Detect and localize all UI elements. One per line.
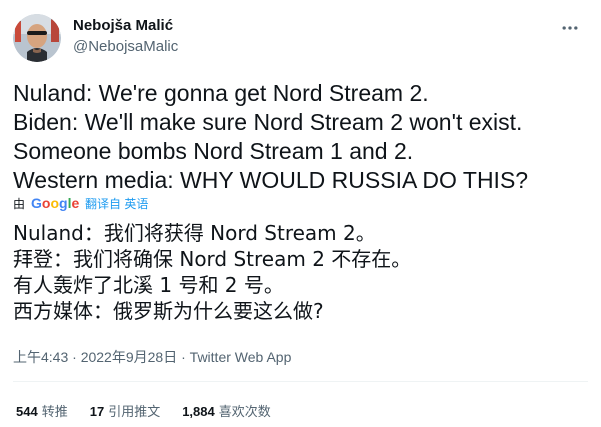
meta-separator: ·: [177, 349, 190, 365]
translated-line: Nuland：我们将获得 Nord Stream 2。: [13, 221, 376, 245]
retweets-stat[interactable]: 544 转推: [16, 401, 68, 420]
translated-line: 西方媒体：俄罗斯为什么要这么做?: [13, 299, 324, 323]
translated-line: 拜登：我们将确保 Nord Stream 2 不存在。: [13, 247, 412, 271]
svg-text:Google: Google: [31, 195, 79, 211]
engagement-stats: 544 转推 17 引用推文 1,884 喜欢次数: [16, 400, 293, 420]
likes-count: 1,884: [182, 403, 215, 419]
profile-avatar[interactable]: [13, 14, 61, 62]
tweet-line: Western media: WHY WOULD RUSSIA DO THIS?: [13, 167, 529, 193]
tweet-line: Biden: We'll make sure Nord Stream 2 won…: [13, 109, 523, 135]
author-name[interactable]: Nebojša Malić: [73, 17, 173, 34]
more-options-icon[interactable]: [558, 16, 582, 40]
tweet-date[interactable]: 2022年9月28日: [81, 349, 178, 365]
google-logo: Google: [31, 195, 81, 211]
tweet-line: Nuland: We're gonna get Nord Stream 2.: [13, 80, 429, 106]
translated-line: 有人轰炸了北溪 1 号和 2 号。: [13, 273, 284, 297]
likes-stat[interactable]: 1,884 喜欢次数: [182, 401, 271, 420]
author-handle[interactable]: @NebojsaMalic: [73, 38, 178, 55]
tweet-time[interactable]: 上午4:43: [13, 349, 68, 365]
likes-label: 喜欢次数: [218, 403, 271, 419]
meta-separator: ·: [68, 349, 81, 365]
quote-tweets-stat[interactable]: 17 引用推文: [90, 401, 160, 420]
tweet-source[interactable]: Twitter Web App: [190, 349, 292, 365]
tweet-line: Someone bombs Nord Stream 1 and 2.: [13, 138, 414, 164]
tweet-text: Nuland: We're gonna get Nord Stream 2. B…: [13, 79, 588, 195]
quote-tweets-label: 引用推文: [108, 403, 161, 419]
translation-attribution: 由 Google 翻译自 英语: [13, 193, 148, 213]
retweets-label: 转推: [41, 403, 68, 419]
quote-tweets-count: 17: [89, 403, 105, 419]
retweets-count: 544: [16, 403, 38, 419]
translate-source-link[interactable]: 翻译自 英语: [85, 195, 148, 212]
tweet-card: Nebojša Malić @NebojsaMalic Nuland: We'r…: [0, 0, 601, 427]
divider: [13, 381, 588, 382]
translation-by-label: 由: [13, 196, 26, 211]
tweet-meta: 上午4:43 · 2022年9月28日 · Twitter Web App: [13, 347, 291, 367]
translated-text: Nuland：我们将获得 Nord Stream 2。 拜登：我们将确保 Nor…: [13, 220, 588, 324]
